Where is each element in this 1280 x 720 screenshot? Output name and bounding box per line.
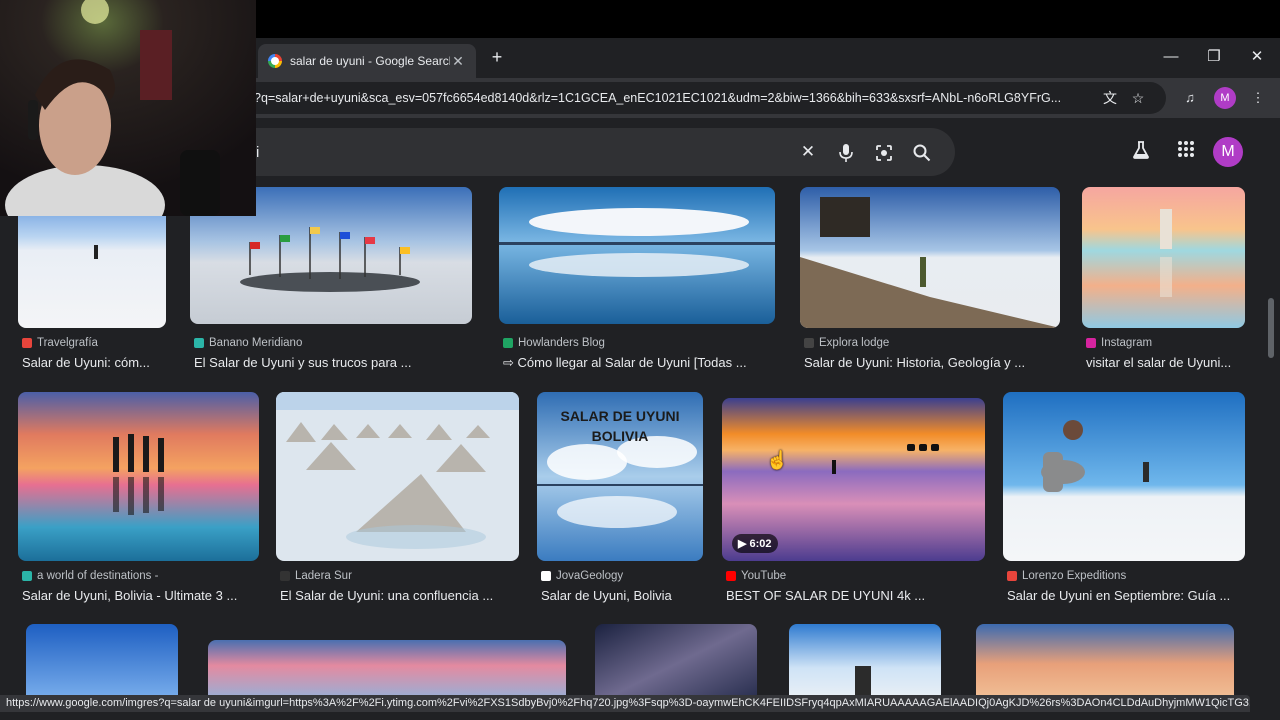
search-query[interactable]: i bbox=[256, 144, 789, 161]
result-title[interactable]: Salar de Uyuni: Historia, Geología y ... bbox=[804, 355, 1064, 370]
labs-flask-icon[interactable] bbox=[1128, 140, 1154, 166]
active-tab[interactable]: salar de uyuni - Google Search ✕ bbox=[258, 44, 476, 78]
google-favicon-icon bbox=[268, 54, 282, 68]
result-title[interactable]: El Salar de Uyuni: una confluencia ... bbox=[280, 588, 523, 603]
site-favicon-icon bbox=[1007, 571, 1017, 581]
result-source: JovaGeology bbox=[541, 570, 623, 582]
profile-avatar[interactable]: M bbox=[1214, 87, 1236, 109]
result-card[interactable]: SALAR DE UYUNI BOLIVIA JovaGeology Salar… bbox=[537, 392, 705, 604]
result-source: Explora lodge bbox=[804, 337, 889, 349]
result-thumbnail[interactable] bbox=[276, 392, 519, 561]
result-source: a world of destinations - bbox=[22, 570, 158, 582]
result-title[interactable]: Salar de Uyuni en Septiembre: Guía ... bbox=[1007, 588, 1249, 603]
bookmark-star-icon[interactable]: ☆ bbox=[1124, 84, 1152, 112]
result-thumbnail[interactable] bbox=[789, 624, 941, 704]
result-thumbnail[interactable] bbox=[595, 624, 757, 704]
result-title[interactable]: ⇨ Cómo llegar al Salar de Uyuni [Todas .… bbox=[503, 355, 779, 371]
url-text: ?q=salar+de+uyuni&sca_esv=057fc6654ed814… bbox=[254, 91, 1062, 105]
site-favicon-icon bbox=[194, 338, 204, 348]
result-card[interactable]: Ladera Sur El Salar de Uyuni: una conflu… bbox=[276, 392, 522, 604]
menu-dots-icon[interactable]: ⋮ bbox=[1246, 86, 1270, 110]
result-card[interactable]: Howlanders Blog ⇨ Cómo llegar al Salar d… bbox=[499, 187, 779, 377]
result-thumbnail[interactable]: SALAR DE UYUNI BOLIVIA bbox=[537, 392, 703, 561]
site-favicon-icon bbox=[22, 338, 32, 348]
result-thumbnail[interactable] bbox=[1003, 392, 1245, 561]
site-favicon-icon bbox=[804, 338, 814, 348]
close-window-icon[interactable]: ✕ bbox=[1244, 46, 1270, 68]
translate-icon[interactable]: 文 bbox=[1096, 84, 1124, 112]
result-title[interactable]: BEST OF SALAR DE UYUNI 4k ... bbox=[726, 588, 989, 603]
thumbnail-caption: SALAR DE UYUNI BOLIVIA bbox=[560, 408, 680, 444]
search-icon[interactable] bbox=[903, 133, 941, 171]
result-thumbnail[interactable] bbox=[26, 624, 178, 704]
result-thumbnail[interactable] bbox=[499, 187, 775, 324]
site-favicon-icon bbox=[1086, 338, 1096, 348]
result-source: Travelgrafía bbox=[22, 337, 98, 349]
restore-icon[interactable]: ❐ bbox=[1201, 46, 1227, 68]
result-card[interactable]: a world of destinations - Salar de Uyuni… bbox=[18, 392, 262, 604]
clear-icon[interactable]: ✕ bbox=[789, 133, 827, 171]
webcam-overlay bbox=[0, 0, 256, 216]
link-status-bar: https://www.google.com/imgres?q=salar de… bbox=[0, 695, 1250, 712]
result-source: Banano Meridiano bbox=[194, 337, 302, 349]
result-thumbnail[interactable] bbox=[800, 187, 1060, 328]
result-source: Howlanders Blog bbox=[503, 337, 605, 349]
result-title[interactable]: Salar de Uyuni, Bolivia bbox=[541, 588, 707, 603]
apps-grid-icon[interactable] bbox=[1173, 140, 1199, 166]
result-title[interactable]: Salar de Uyuni, Bolivia - Ultimate 3 ... bbox=[22, 588, 263, 603]
minimize-icon[interactable]: — bbox=[1158, 46, 1184, 68]
result-card[interactable]: Explora lodge Salar de Uyuni: Historia, … bbox=[800, 187, 1064, 377]
result-source: Lorenzo Expeditions bbox=[1007, 570, 1126, 582]
media-controls-icon[interactable]: ♫ bbox=[1178, 86, 1202, 110]
new-tab-button[interactable]: + bbox=[486, 46, 508, 68]
result-thumbnail[interactable] bbox=[976, 624, 1234, 704]
page-scrollbar[interactable] bbox=[1268, 298, 1274, 358]
lens-icon[interactable] bbox=[865, 133, 903, 171]
address-bar[interactable]: ?q=salar+de+uyuni&sca_esv=057fc6654ed814… bbox=[240, 82, 1166, 114]
tab-title: salar de uyuni - Google Search bbox=[290, 54, 450, 68]
result-title[interactable]: visitar el salar de Uyuni... bbox=[1086, 355, 1249, 370]
site-favicon-icon bbox=[541, 571, 551, 581]
mouse-cursor-icon: ☝ bbox=[766, 450, 789, 470]
video-duration-badge: ▶ 6:02 bbox=[732, 534, 778, 553]
result-thumbnail[interactable] bbox=[18, 392, 259, 561]
microphone-icon[interactable] bbox=[827, 133, 865, 171]
site-favicon-icon bbox=[280, 571, 290, 581]
result-title[interactable]: Salar de Uyuni: cóm... bbox=[22, 355, 170, 370]
site-favicon-icon bbox=[726, 571, 736, 581]
site-favicon-icon bbox=[503, 338, 513, 348]
result-card[interactable]: ▶ 6:02 YouTube BEST OF SALAR DE UYUNI 4k… bbox=[722, 392, 988, 604]
result-card[interactable]: Instagram visitar el salar de Uyuni... bbox=[1082, 187, 1248, 377]
result-title[interactable]: El Salar de Uyuni y sus trucos para ... bbox=[194, 355, 476, 370]
result-source: Instagram bbox=[1086, 337, 1152, 349]
search-box[interactable]: i ✕ bbox=[230, 128, 955, 176]
result-source: YouTube bbox=[726, 570, 786, 582]
account-avatar[interactable]: M bbox=[1213, 137, 1243, 167]
result-thumbnail[interactable] bbox=[1082, 187, 1245, 328]
result-thumbnail[interactable]: ▶ 6:02 bbox=[722, 398, 985, 561]
site-favicon-icon bbox=[22, 571, 32, 581]
result-card[interactable]: Lorenzo Expeditions Salar de Uyuni en Se… bbox=[1003, 392, 1248, 604]
result-source: Ladera Sur bbox=[280, 570, 352, 582]
close-tab-icon[interactable]: ✕ bbox=[450, 53, 466, 70]
